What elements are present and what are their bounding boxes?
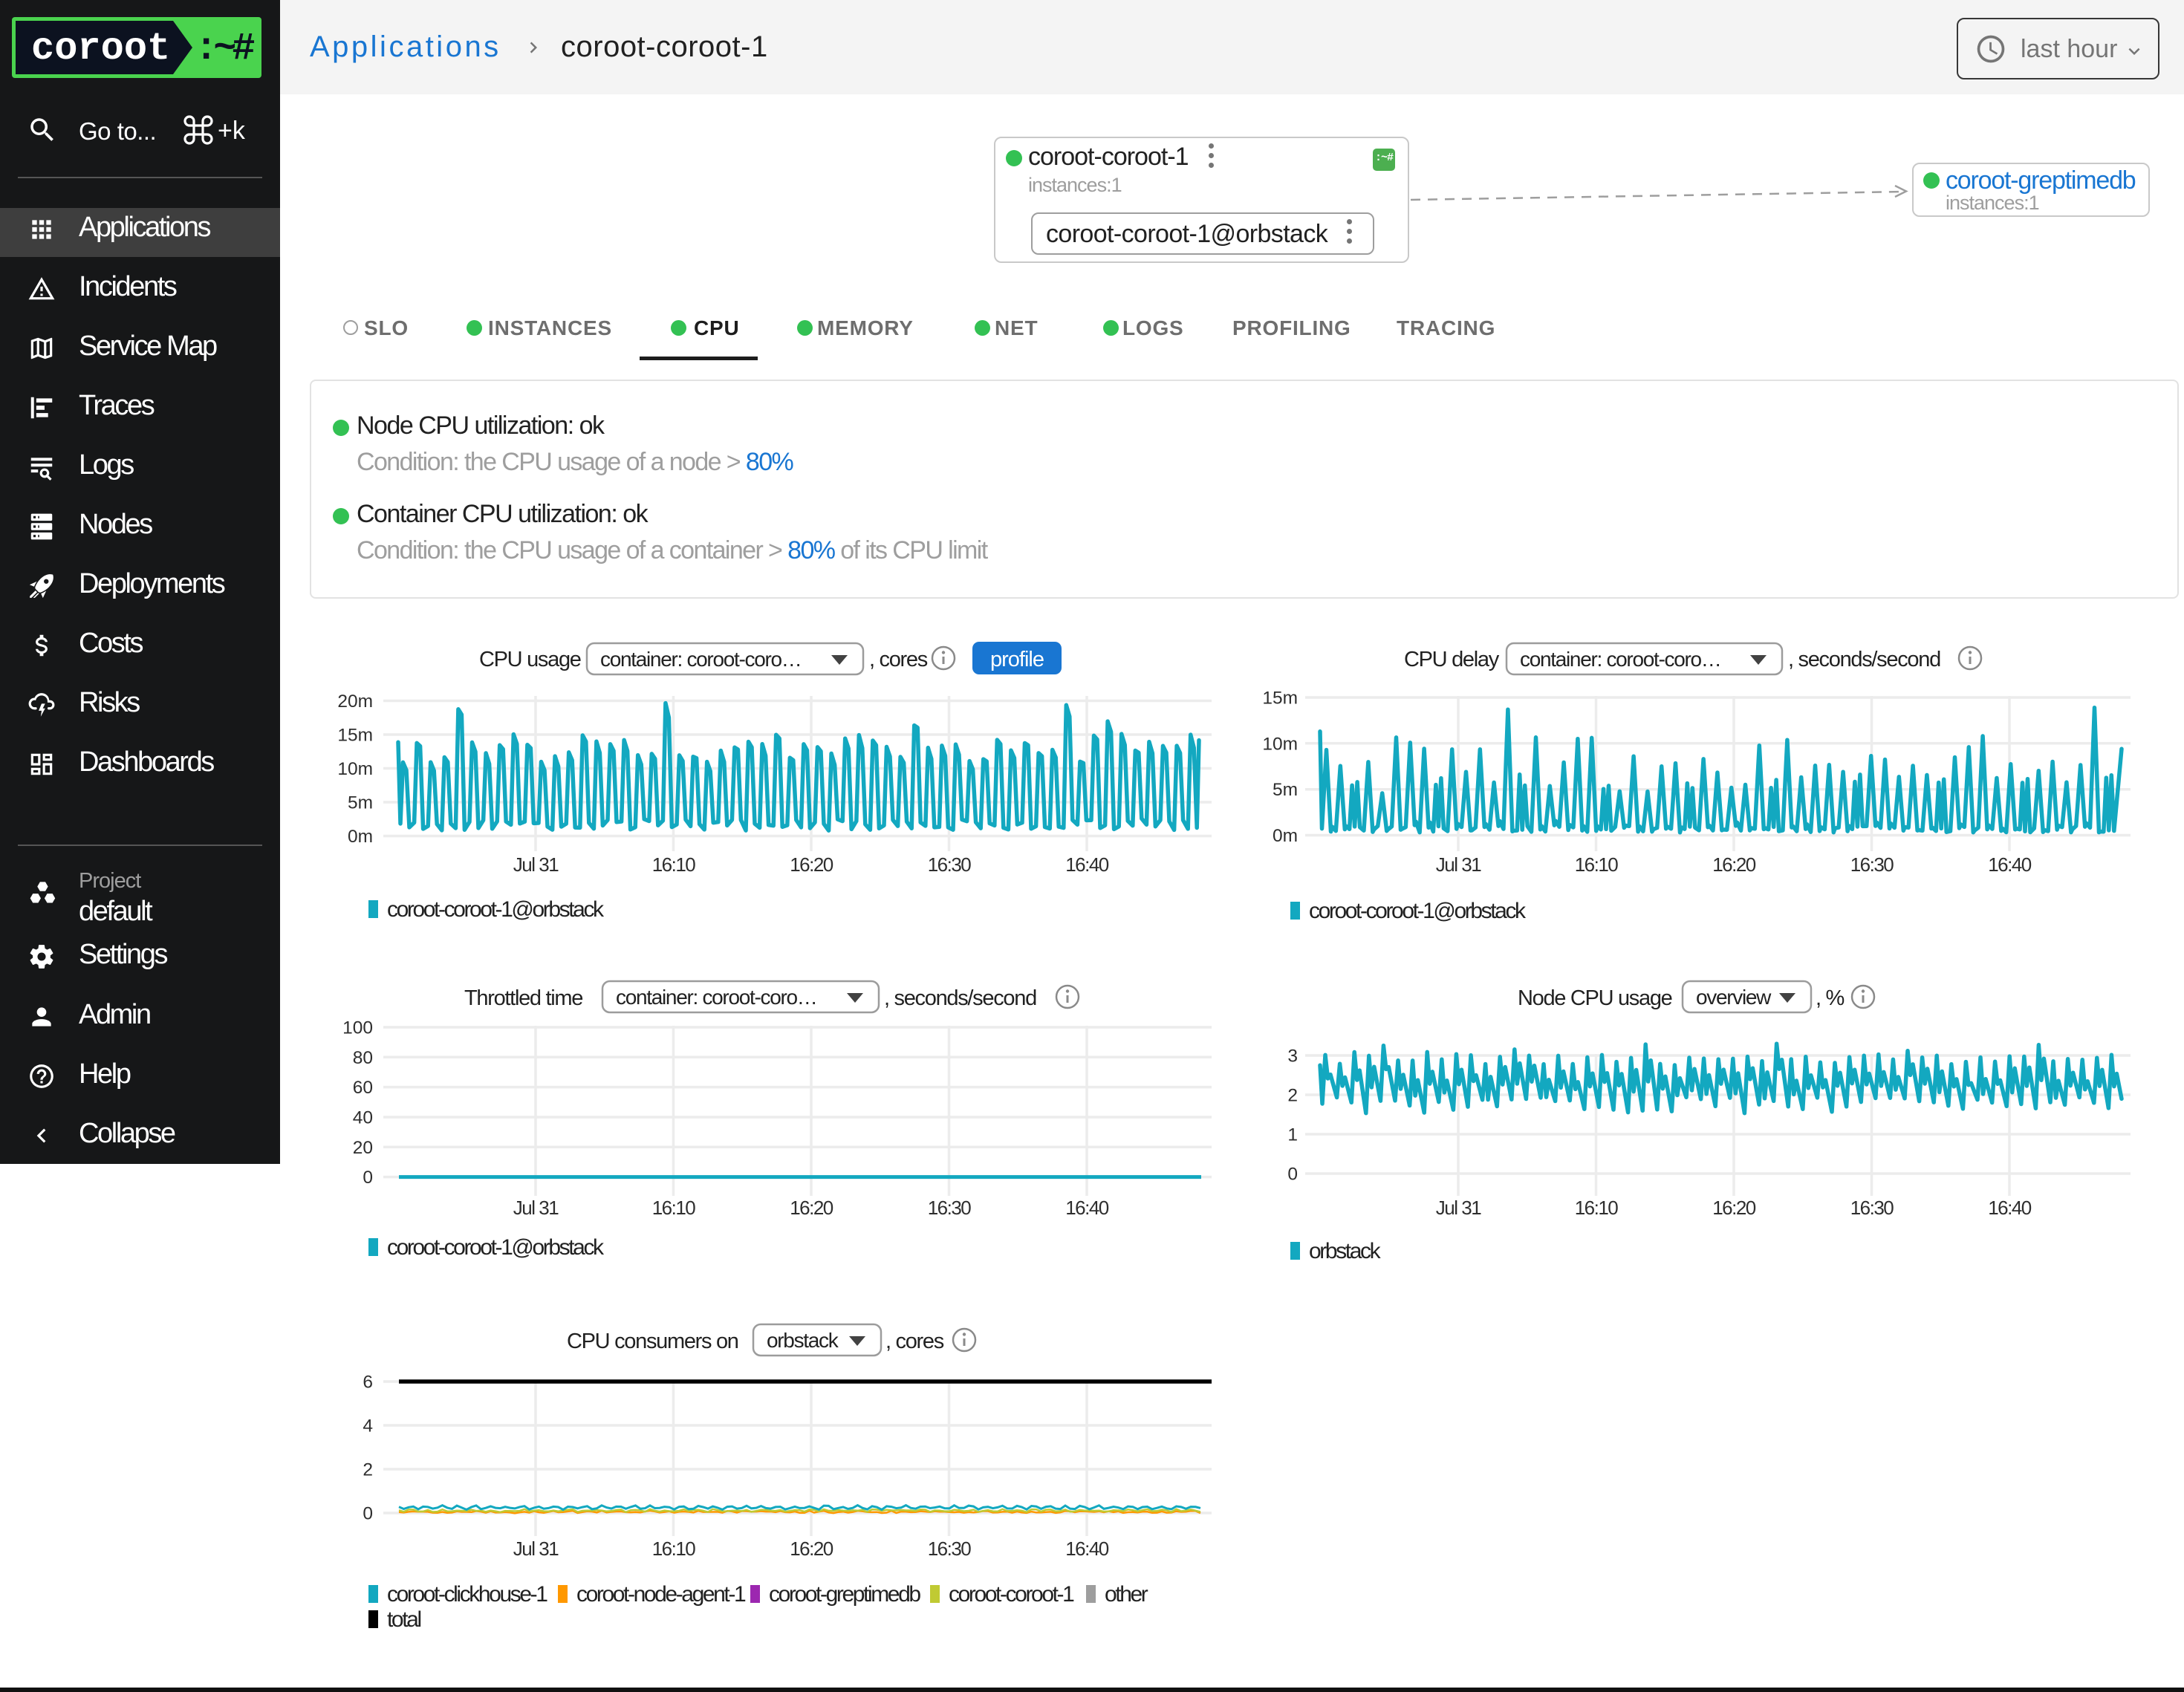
svg-text:10m: 10m	[337, 759, 373, 779]
svg-text:16:30: 16:30	[1850, 1197, 1894, 1219]
svg-text:, cores: , cores	[885, 1330, 944, 1353]
svg-text:container: coroot-coro…: container: coroot-coro…	[616, 986, 816, 1009]
svg-text:coroot-coroot-1@orbstack: coroot-coroot-1@orbstack	[1309, 899, 1527, 923]
svg-text:coroot-clickhouse-1: coroot-clickhouse-1	[387, 1582, 547, 1607]
svg-text:16:40: 16:40	[1065, 1538, 1109, 1560]
svg-text:5m: 5m	[1273, 780, 1298, 800]
svg-text:0m: 0m	[348, 827, 373, 847]
svg-text:Jul 31: Jul 31	[513, 853, 559, 876]
svg-text:orbstack: orbstack	[767, 1329, 839, 1352]
svg-text:3: 3	[1287, 1047, 1298, 1067]
svg-text:Node CPU usage: Node CPU usage	[1518, 986, 1672, 1010]
svg-text:16:30: 16:30	[928, 1197, 972, 1219]
svg-text:100: 100	[342, 1018, 373, 1038]
svg-text:16:20: 16:20	[1712, 1197, 1756, 1219]
svg-text:Throttled time: Throttled time	[464, 986, 582, 1010]
svg-text:16:10: 16:10	[652, 1538, 696, 1560]
svg-text:coroot-coroot-1@orbstack: coroot-coroot-1@orbstack	[387, 1235, 605, 1260]
svg-text:Jul 31: Jul 31	[1436, 853, 1481, 876]
svg-text:total: total	[387, 1607, 420, 1632]
svg-text:2: 2	[1287, 1086, 1298, 1106]
svg-text:20: 20	[353, 1138, 373, 1158]
svg-text:40: 40	[353, 1108, 373, 1128]
svg-text:6: 6	[363, 1373, 373, 1393]
svg-text:10m: 10m	[1262, 734, 1298, 754]
svg-text:16:30: 16:30	[928, 1538, 972, 1560]
svg-text:other: other	[1105, 1582, 1148, 1607]
svg-text:16:40: 16:40	[1065, 853, 1109, 876]
svg-text:0: 0	[363, 1168, 373, 1188]
svg-text:container: coroot-coro…: container: coroot-coro…	[1520, 648, 1720, 671]
svg-text:15m: 15m	[337, 726, 373, 746]
svg-text:CPU usage: CPU usage	[479, 648, 581, 671]
svg-text:, cores: , cores	[869, 648, 928, 671]
svg-text:15m: 15m	[1262, 689, 1298, 709]
svg-text:0: 0	[363, 1504, 373, 1524]
svg-text:16:10: 16:10	[1575, 1197, 1619, 1219]
svg-text:16:20: 16:20	[790, 1538, 833, 1560]
svg-text:coroot-coroot-1@orbstack: coroot-coroot-1@orbstack	[387, 897, 605, 922]
svg-text:16:30: 16:30	[1850, 853, 1894, 876]
svg-text:16:40: 16:40	[1988, 1197, 2032, 1219]
svg-text:16:10: 16:10	[652, 853, 696, 876]
svg-text:Jul 31: Jul 31	[513, 1538, 559, 1560]
svg-text:16:20: 16:20	[790, 1197, 833, 1219]
svg-text:coroot-coroot-1: coroot-coroot-1	[949, 1582, 1074, 1607]
svg-text:80: 80	[353, 1048, 373, 1068]
svg-text:0: 0	[1287, 1165, 1298, 1185]
svg-text:Jul 31: Jul 31	[1436, 1197, 1481, 1219]
svg-text:60: 60	[353, 1078, 373, 1098]
svg-text:4: 4	[363, 1416, 373, 1436]
svg-text:5m: 5m	[348, 793, 373, 813]
svg-text:CPU delay: CPU delay	[1404, 648, 1500, 671]
svg-text:CPU consumers on: CPU consumers on	[567, 1330, 738, 1353]
svg-text:16:30: 16:30	[928, 853, 972, 876]
svg-text:0m: 0m	[1273, 826, 1298, 846]
svg-text:16:40: 16:40	[1988, 853, 2032, 876]
svg-text:orbstack: orbstack	[1309, 1239, 1382, 1263]
svg-text:profile: profile	[990, 648, 1044, 671]
svg-text:16:20: 16:20	[1712, 853, 1756, 876]
svg-text:, seconds/second: , seconds/second	[1788, 648, 1940, 671]
svg-text:, seconds/second: , seconds/second	[884, 986, 1036, 1010]
svg-text:container: coroot-coro…: container: coroot-coro…	[600, 648, 801, 671]
svg-text:20m: 20m	[337, 692, 373, 712]
svg-text:coroot-greptimedb: coroot-greptimedb	[769, 1582, 920, 1607]
svg-text:16:20: 16:20	[790, 853, 833, 876]
svg-text:Jul 31: Jul 31	[513, 1197, 559, 1219]
svg-text:1: 1	[1287, 1125, 1298, 1145]
svg-text:coroot-node-agent-1: coroot-node-agent-1	[576, 1582, 746, 1607]
svg-text:16:10: 16:10	[1575, 853, 1619, 876]
svg-text:, %: , %	[1816, 986, 1845, 1010]
svg-text:2: 2	[363, 1460, 373, 1480]
svg-text:16:40: 16:40	[1065, 1197, 1109, 1219]
svg-text:overview: overview	[1696, 986, 1772, 1009]
svg-text:16:10: 16:10	[652, 1197, 696, 1219]
